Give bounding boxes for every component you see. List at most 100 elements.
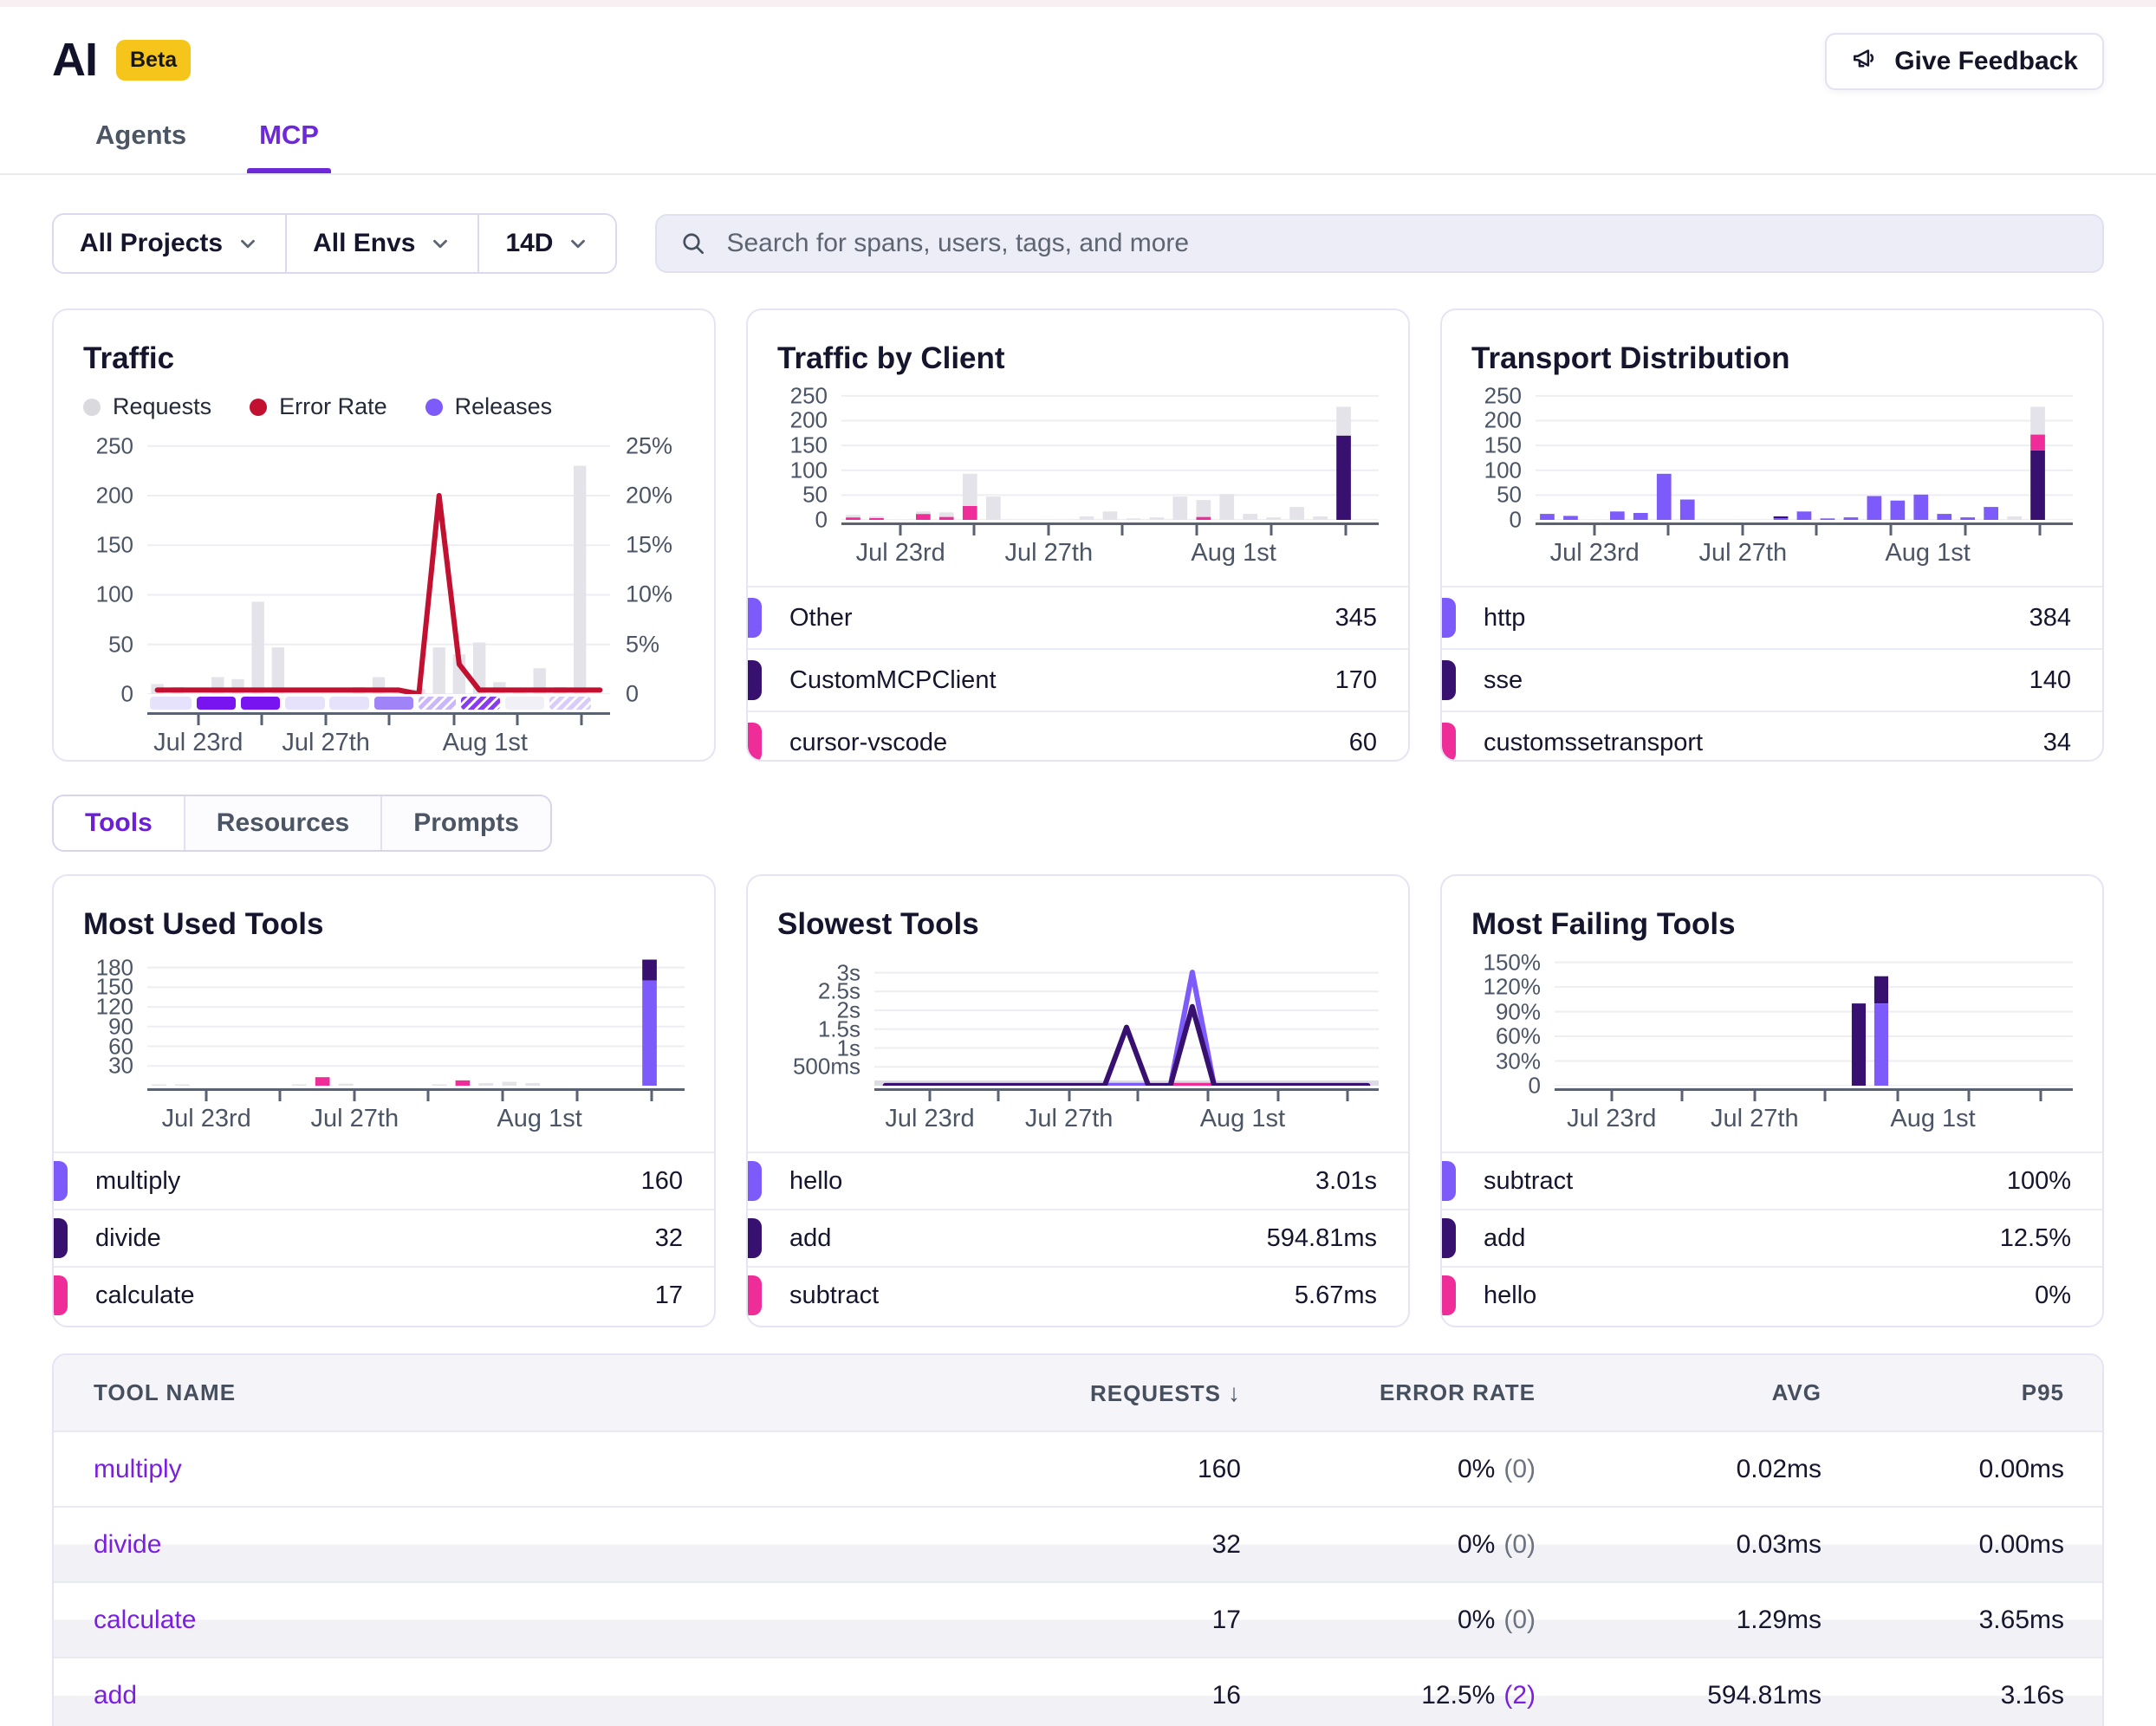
series-value: 32 xyxy=(655,1224,683,1253)
legend-row[interactable]: http384 xyxy=(1442,586,2102,648)
feedback-label: Give Feedback xyxy=(1894,47,2078,76)
legend-row[interactable]: cursor-vscode60 xyxy=(748,711,1408,762)
top-strip xyxy=(0,0,2156,7)
date-range-dropdown[interactable]: 14D xyxy=(477,215,615,272)
tool-link[interactable]: divide xyxy=(94,1530,161,1559)
series-label: customssetransport xyxy=(1484,729,2043,757)
legend-row[interactable]: subtract100% xyxy=(1442,1152,2102,1209)
failing-legend-rows: subtract100%add12.5%hello0% xyxy=(1442,1152,2102,1323)
release-segment xyxy=(419,697,456,710)
requests-cell: 16 xyxy=(1019,1658,1279,1726)
release-segment xyxy=(461,697,500,710)
y-tick-label: 60% xyxy=(1496,1023,1541,1050)
envs-filter-label: All Envs xyxy=(313,229,415,258)
client-legend-rows: Other345CustomMCPClient170cursor-vscode6… xyxy=(748,586,1408,762)
right-tick-label: 15% xyxy=(626,532,672,559)
col-error-rate[interactable]: ERROR RATE xyxy=(1279,1355,1574,1431)
chevron-down-icon xyxy=(567,232,589,255)
error-rate-cell: 0%(0) xyxy=(1279,1507,1574,1582)
series-value: 60 xyxy=(1349,729,1377,757)
envs-filter-dropdown[interactable]: All Envs xyxy=(285,215,477,272)
series-label: CustomMCPClient xyxy=(789,666,1335,695)
projects-filter-dropdown[interactable]: All Projects xyxy=(54,215,285,272)
legend-row[interactable]: calculate17 xyxy=(54,1266,714,1323)
legend-row[interactable]: hello3.01s xyxy=(748,1152,1408,1209)
col-p95[interactable]: P95 xyxy=(1860,1355,2102,1431)
sort-desc-icon: ↓ xyxy=(1228,1379,1241,1406)
series-value: 345 xyxy=(1335,604,1377,633)
tab-agents[interactable]: Agents xyxy=(83,120,198,173)
col-requests[interactable]: REQUESTS↓ xyxy=(1019,1355,1279,1431)
tool-link[interactable]: calculate xyxy=(94,1606,196,1634)
legend-item: Error Rate xyxy=(250,393,387,420)
series-label: http xyxy=(1484,604,2029,633)
x-tick-label: Aug 1st xyxy=(497,1105,581,1133)
releases-dot xyxy=(425,399,443,416)
y-tick-label: 150 xyxy=(96,532,133,559)
search-input[interactable] xyxy=(724,228,2080,259)
y-tick-label: 250 xyxy=(790,382,828,409)
megaphone-icon xyxy=(1851,43,1880,80)
x-tick-label: Aug 1st xyxy=(443,729,528,757)
series-value: 0% xyxy=(2035,1282,2071,1310)
tool-link[interactable]: multiply xyxy=(94,1455,182,1483)
x-tick-label: Jul 27th xyxy=(282,729,370,757)
error-count-link[interactable]: (2) xyxy=(1503,1681,1536,1710)
tab-tools[interactable]: Tools xyxy=(54,796,184,850)
traffic-card: Traffic RequestsError RateReleases 25020… xyxy=(52,308,716,762)
legend-item: Releases xyxy=(425,393,553,420)
legend-row[interactable]: subtract5.67ms xyxy=(748,1266,1408,1323)
nav-tabs: Agents MCP xyxy=(0,90,2156,173)
series-chip xyxy=(54,1218,68,1258)
tool-link[interactable]: add xyxy=(94,1681,137,1710)
card-title: Traffic by Client xyxy=(777,341,1379,376)
legend-row[interactable]: Other345 xyxy=(748,586,1408,648)
search-bar[interactable] xyxy=(655,214,2104,273)
give-feedback-button[interactable]: Give Feedback xyxy=(1825,33,2104,90)
slowest-legend-rows: hello3.01sadd594.81mssubtract5.67ms xyxy=(748,1152,1408,1323)
tab-resources[interactable]: Resources xyxy=(184,796,380,850)
x-tick-label: Jul 27th xyxy=(311,1105,399,1133)
transport-legend-rows: http384sse140customssetransport34 xyxy=(1442,586,2102,762)
series-label: divide xyxy=(95,1224,655,1253)
y-tick-label: 500ms xyxy=(793,1054,860,1080)
releases-lane xyxy=(147,697,610,710)
series-label: subtract xyxy=(1484,1167,2007,1196)
avg-cell: 0.02ms xyxy=(1574,1431,1860,1507)
col-avg[interactable]: AVG xyxy=(1574,1355,1860,1431)
legend-row[interactable]: customssetransport34 xyxy=(1442,711,2102,762)
table-row: divide320%(0)0.03ms0.00ms xyxy=(54,1507,2102,1582)
legend-row[interactable]: divide32 xyxy=(54,1209,714,1266)
series-chip xyxy=(1442,1218,1456,1258)
tab-prompts[interactable]: Prompts xyxy=(380,796,550,850)
search-icon xyxy=(679,230,707,257)
legend-row[interactable]: CustomMCPClient170 xyxy=(748,648,1408,711)
series-chip xyxy=(1442,598,1456,638)
y-tick-label: 0 xyxy=(121,681,133,708)
legend-row[interactable]: sse140 xyxy=(1442,648,2102,711)
x-tick-label: Jul 27th xyxy=(1711,1105,1799,1133)
y-tick-label: 0 xyxy=(1529,1073,1541,1100)
release-segment xyxy=(505,697,544,710)
series-chip xyxy=(54,1275,68,1315)
legend-label: Releases xyxy=(455,393,553,420)
most-used-tools-chart xyxy=(147,956,685,1086)
error-rate-cell: 12.5%(2) xyxy=(1279,1658,1574,1726)
legend-row[interactable]: add12.5% xyxy=(1442,1209,2102,1266)
requests-cell: 160 xyxy=(1019,1431,1279,1507)
legend-item: Requests xyxy=(83,393,211,420)
legend-row[interactable]: add594.81ms xyxy=(748,1209,1408,1266)
card-title: Transport Distribution xyxy=(1471,341,2073,376)
right-tick-label: 25% xyxy=(626,432,672,459)
p95-cell: 0.00ms xyxy=(1860,1507,2102,1582)
most-used-tools-card: Most Used Tools 180150120906030 Jul 23rd… xyxy=(52,874,716,1327)
tab-mcp[interactable]: MCP xyxy=(247,120,331,173)
x-tick-label: Jul 27th xyxy=(1025,1105,1114,1133)
error-rate-cell: 0%(0) xyxy=(1279,1431,1574,1507)
legend-row[interactable]: hello0% xyxy=(1442,1266,2102,1323)
col-tool-name[interactable]: TOOL NAME xyxy=(54,1355,1019,1431)
series-value: 5.67ms xyxy=(1295,1282,1377,1310)
legend-row[interactable]: multiply160 xyxy=(54,1152,714,1209)
y-tick-label: 30% xyxy=(1496,1048,1541,1074)
x-axis-labels: Jul 23rdJul 27thAug 1st xyxy=(147,1091,685,1141)
